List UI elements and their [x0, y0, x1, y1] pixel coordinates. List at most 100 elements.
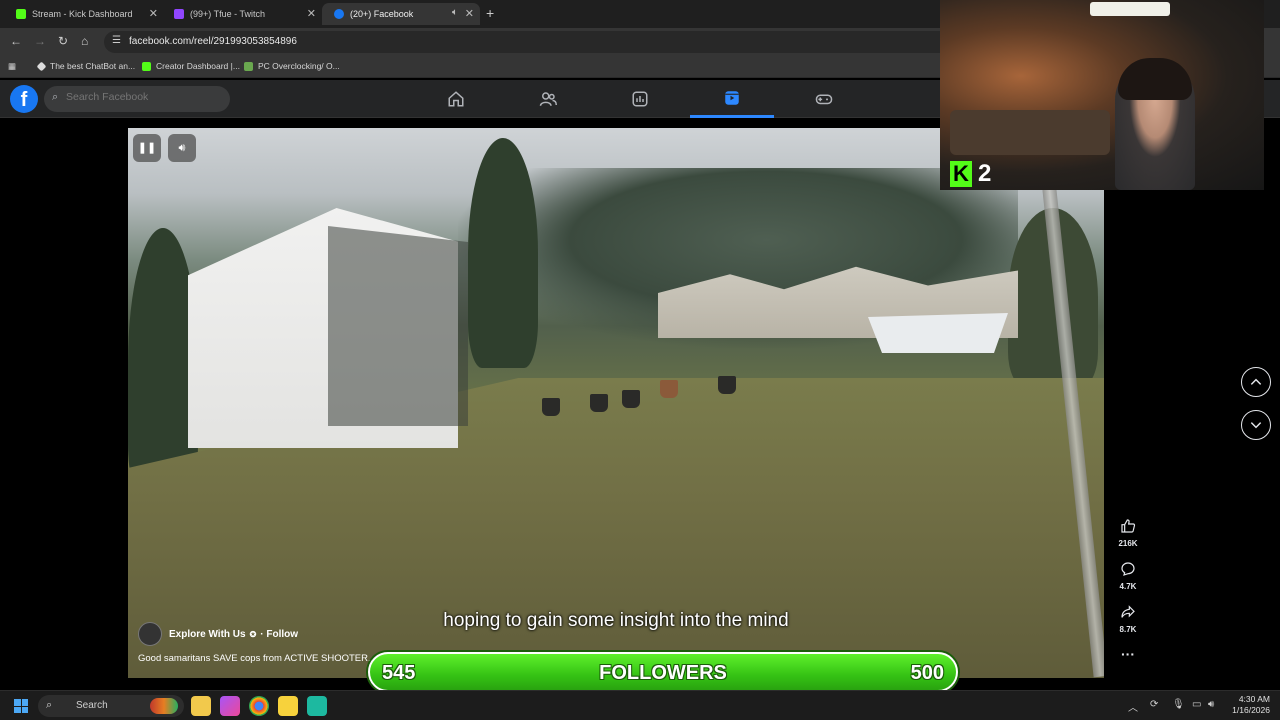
- followers-goal-bar: 545 FOLLOWERS 500: [368, 652, 958, 692]
- kick-viewer-badge: K 2: [950, 160, 991, 188]
- followers-goal: 500: [910, 662, 944, 684]
- tab-facebook[interactable]: (20+) Facebook 🔈︎ ✕: [322, 3, 480, 25]
- clock-time: 4:30 AM: [1238, 694, 1270, 704]
- like-count: 216K: [1118, 539, 1138, 548]
- chevron-down-icon: [1250, 422, 1262, 429]
- url-text: facebook.com/reel/291993053854896: [129, 36, 297, 47]
- taskbar-search-label: Search: [76, 700, 108, 711]
- video-scene-pot: [542, 398, 560, 416]
- dashboard-icon: [632, 91, 648, 107]
- tab-twitch[interactable]: (99+) Tfue - Twitch ✕: [162, 3, 322, 25]
- close-icon[interactable]: ✕: [307, 7, 316, 20]
- nav-reels[interactable]: [690, 80, 774, 118]
- share-icon: [1112, 604, 1144, 624]
- follow-link[interactable]: · Follow: [260, 629, 298, 640]
- kick-logo-icon: K: [950, 161, 972, 187]
- home-button-icon[interactable]: ⌂: [81, 34, 88, 48]
- windows-taskbar: ⌕ Search ︿ ⟳ 🎙︎ ▭ 🔊︎ 4:30 AM 1/16/2026: [0, 690, 1280, 720]
- nav-home[interactable]: [414, 80, 498, 118]
- tab-kick-dashboard[interactable]: Stream - Kick Dashboard ✕: [4, 3, 164, 25]
- kick-favicon-icon: [142, 61, 151, 71]
- close-icon[interactable]: ✕: [465, 7, 474, 20]
- bookmark-chatbot[interactable]: The best ChatBot an...: [36, 61, 136, 71]
- share-button[interactable]: 8.7K: [1112, 604, 1144, 634]
- gaming-icon: [815, 94, 833, 105]
- volume-icon[interactable]: 🔊︎: [1208, 699, 1214, 710]
- streaming-app-icon[interactable]: [307, 696, 327, 716]
- back-icon[interactable]: ←: [10, 34, 22, 48]
- reel-video[interactable]: ❚❚ 🔊︎ hoping to gain some insight into t…: [128, 128, 1104, 678]
- friends-icon: [539, 92, 557, 106]
- share-count: 8.7K: [1119, 625, 1137, 634]
- search-highlight-icon: [150, 698, 178, 714]
- windows-start-icon[interactable]: [14, 699, 28, 713]
- nav-friends[interactable]: [506, 80, 590, 118]
- comment-icon: [1112, 561, 1144, 581]
- webcam-overlay: K 2: [940, 0, 1264, 190]
- video-scene-pot: [718, 376, 736, 394]
- video-scene-tree: [468, 138, 538, 368]
- facebook-search[interactable]: ⌕: [44, 86, 230, 112]
- video-scene-house-shadow: [328, 226, 468, 426]
- video-scene-pot: [590, 394, 608, 412]
- webcam-streamer-hair: [1118, 58, 1192, 100]
- pause-button[interactable]: ❚❚: [133, 134, 161, 162]
- reel-author: Explore With Us ✪ · Follow: [138, 622, 298, 646]
- like-button[interactable]: 216K: [1112, 518, 1144, 548]
- comment-button[interactable]: 4.7K: [1112, 561, 1144, 591]
- reel-description[interactable]: Good samaritans SAVE cops from ACTIVE SH…: [138, 653, 376, 664]
- bookmark-label: PC Overclocking/ O...: [258, 61, 340, 71]
- verified-icon: ✪: [249, 629, 257, 639]
- facebook-logo[interactable]: f: [10, 85, 38, 113]
- tab-title: (20+) Facebook: [350, 9, 414, 19]
- microphone-icon[interactable]: 🎙︎: [1172, 699, 1185, 710]
- search-input[interactable]: [66, 91, 216, 103]
- update-icon[interactable]: ⟳: [1150, 699, 1158, 710]
- webcam-scene-bed: [950, 110, 1110, 155]
- facebook-favicon-icon: [334, 9, 344, 19]
- nav-gaming[interactable]: [782, 80, 866, 118]
- new-tab-button[interactable]: +: [486, 5, 494, 21]
- comment-count: 4.7K: [1119, 582, 1137, 591]
- chevron-up-icon[interactable]: ︿: [1128, 699, 1138, 714]
- chrome-icon[interactable]: [249, 696, 269, 716]
- taskbar-search[interactable]: ⌕ Search: [38, 695, 184, 717]
- previous-reel-button[interactable]: [1241, 367, 1271, 397]
- sticky-notes-icon[interactable]: [278, 696, 298, 716]
- volume-button[interactable]: 🔊︎: [168, 134, 196, 162]
- network-icon[interactable]: ▭: [1192, 699, 1201, 710]
- clock-date: 1/16/2026: [1232, 705, 1270, 715]
- more-options-icon[interactable]: ···: [1112, 646, 1144, 662]
- kick-favicon-icon: [16, 9, 26, 19]
- bookmark-pc-overclocking[interactable]: PC Overclocking/ O...: [244, 61, 340, 71]
- forward-icon[interactable]: →: [34, 34, 46, 48]
- speaker-icon[interactable]: 🔈︎: [452, 7, 458, 18]
- taskbar-clock[interactable]: 4:30 AM 1/16/2026: [1222, 694, 1270, 716]
- bookmark-creator-dashboard[interactable]: Creator Dashboard |...: [142, 61, 240, 71]
- thumbs-up-icon: [1112, 518, 1144, 538]
- kick-count: 2: [978, 160, 992, 187]
- avatar[interactable]: [138, 622, 162, 646]
- webcam-scene-light: [1090, 2, 1170, 16]
- reels-icon: [725, 90, 739, 105]
- next-reel-button[interactable]: [1241, 410, 1271, 440]
- close-icon[interactable]: ✕: [149, 7, 158, 20]
- bookmark-label: The best ChatBot an...: [50, 61, 136, 71]
- apps-icon[interactable]: ▦: [8, 61, 16, 72]
- video-scene-pot: [660, 380, 678, 398]
- reload-icon[interactable]: ↻: [58, 34, 68, 48]
- video-scene-pot: [622, 390, 640, 408]
- chevron-up-icon: [1250, 378, 1262, 385]
- app-icon[interactable]: [220, 696, 240, 716]
- tab-title: Stream - Kick Dashboard: [32, 9, 133, 19]
- site-info-icon[interactable]: ☰: [112, 35, 121, 46]
- search-icon: ⌕: [46, 699, 53, 711]
- nav-dashboard[interactable]: [598, 80, 682, 118]
- chatbot-favicon-icon: [36, 61, 47, 71]
- search-icon: ⌕: [52, 91, 59, 103]
- bookmark-label: Creator Dashboard |...: [156, 61, 240, 71]
- author-name[interactable]: Explore With Us: [169, 629, 246, 640]
- home-icon: [448, 91, 464, 107]
- twitch-favicon-icon: [174, 9, 184, 19]
- file-explorer-icon[interactable]: [191, 696, 211, 716]
